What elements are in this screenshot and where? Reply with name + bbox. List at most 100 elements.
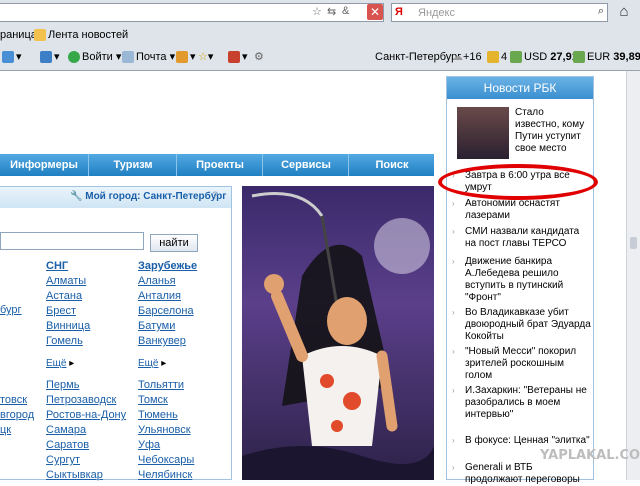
yandex-logo: Я xyxy=(395,6,403,18)
star-icon[interactable]: ☆ xyxy=(312,5,322,18)
search-icon[interactable]: ⌕ xyxy=(598,5,604,18)
favorites-button[interactable]: ☆▾ xyxy=(198,47,213,67)
mail-button[interactable]: Почта ▾ xyxy=(122,47,175,67)
highlight-circle xyxy=(438,164,598,200)
usd-rate[interactable]: USD 27,91 xyxy=(510,47,578,67)
stain-shape xyxy=(331,420,343,432)
money-icon xyxy=(510,51,522,64)
city-link[interactable]: Ванкувер xyxy=(138,334,197,349)
city-link[interactable]: вгород xyxy=(0,408,34,423)
city-link[interactable]: Анталия xyxy=(138,289,197,304)
home-icon[interactable]: ⌂ xyxy=(612,3,636,23)
gear-icon[interactable]: ⚙ xyxy=(254,47,264,67)
news-item[interactable]: › Generali и ВТБ продолжают переговоры xyxy=(452,462,591,486)
weather-widget[interactable]: ☁+16 xyxy=(452,47,482,67)
city-link[interactable]: Тольятти xyxy=(138,378,194,393)
city-link[interactable]: Ростов-на-Дону xyxy=(46,408,126,423)
man-fist xyxy=(264,274,284,294)
nav-projects[interactable]: Проекты xyxy=(176,154,263,176)
collage-illustration xyxy=(242,192,434,480)
app-icon xyxy=(228,51,240,64)
city-search-input[interactable] xyxy=(0,232,144,250)
news-photo[interactable] xyxy=(457,107,509,159)
page-icon xyxy=(2,51,14,64)
feed-icon xyxy=(34,29,46,42)
city-link[interactable]: Брест xyxy=(46,304,90,319)
toolbar-icon[interactable]: ▾ xyxy=(2,47,22,67)
help-icon[interactable]: ? xyxy=(212,190,218,202)
city-link[interactable]: Чебоксары xyxy=(138,453,194,468)
bookmark-item[interactable]: раница xyxy=(0,26,37,44)
news-item[interactable]: › "Новый Месси" покорил зрителей роскошны… xyxy=(452,346,591,382)
search-input[interactable]: Я Яндекс ⌕ xyxy=(391,3,608,22)
address-bar[interactable]: ☆ ⇆ & xyxy=(0,3,384,22)
city-link[interactable]: Ульяновск xyxy=(138,423,194,438)
city-link[interactable]: Алматы xyxy=(46,274,90,289)
city-link[interactable]: Пермь xyxy=(46,378,126,393)
close-icon[interactable]: ✕ xyxy=(367,4,383,20)
wrench-icon: 🔧 xyxy=(70,191,83,202)
more-link[interactable]: Ещё ▸ xyxy=(138,356,197,371)
login-icon xyxy=(68,51,80,64)
watermark: YAPLAKAL.COM xyxy=(540,448,640,463)
region-heading[interactable]: СНГ xyxy=(46,259,90,274)
toolbar-icon[interactable]: ▾ xyxy=(228,47,248,67)
city-link[interactable]: Саратов xyxy=(46,438,126,453)
city-link[interactable]: Томск xyxy=(138,393,194,408)
bookmark-item[interactable]: Лента новостей xyxy=(34,26,128,44)
city-link[interactable]: Сыктывкар xyxy=(46,468,126,483)
news-item[interactable]: Стало известно, кому Путин уступит свое … xyxy=(515,107,589,155)
collage-image[interactable] xyxy=(242,186,434,480)
news-item[interactable]: › В фокусе: Ценная "элитка" xyxy=(452,435,591,447)
city-link[interactable]: цк xyxy=(0,423,34,438)
stain-shape xyxy=(320,374,334,388)
city-link[interactable]: Барселона xyxy=(138,304,197,319)
city-link[interactable]: Челябинск xyxy=(138,468,194,483)
city-column-2-lower: Пермь Петрозаводск Ростов-на-Дону Самара… xyxy=(46,378,126,483)
money-icon xyxy=(573,51,585,64)
toolbar-icon[interactable]: ▾ xyxy=(40,47,60,67)
scrollbar-thumb[interactable] xyxy=(630,237,637,249)
nav-informers[interactable]: Информеры xyxy=(0,154,88,176)
news-item[interactable]: › Автономии оснастят лазерами xyxy=(452,198,591,222)
traffic-widget[interactable]: 4 xyxy=(487,47,507,67)
my-city-link[interactable]: 🔧 Мой город: Санкт-Петербург xyxy=(70,191,226,202)
flame-icon xyxy=(176,51,188,64)
city-link[interactable]: Сургут xyxy=(46,453,126,468)
translate-icon[interactable]: ⇆ xyxy=(327,5,336,18)
news-item[interactable]: › СМИ назвали кандидата на пост главы ТЕР… xyxy=(452,226,591,250)
city-label[interactable]: Санкт-Петербург xyxy=(375,47,461,67)
nav-search[interactable]: Поиск xyxy=(348,154,435,176)
city-link[interactable]: Батуми xyxy=(138,319,197,334)
city-link[interactable]: Астана xyxy=(46,289,90,304)
city-link[interactable]: Петрозаводск xyxy=(46,393,126,408)
news-item[interactable]: › Во Владикавказе убит двоюродный брат Эд… xyxy=(452,307,591,343)
news-item[interactable]: › Движение банкира А.Лебедева решило всту… xyxy=(452,256,591,304)
nav-services[interactable]: Сервисы xyxy=(262,154,349,176)
nav-tourism[interactable]: Туризм xyxy=(88,154,177,176)
city-link[interactable]: Гомель xyxy=(46,334,90,349)
city-column-2: СНГ Алматы Астана Брест Винница Гомель Е… xyxy=(46,259,90,371)
city-column-3-lower: Тольятти Томск Тюмень Ульяновск Уфа Чебо… xyxy=(138,378,194,483)
city-link[interactable]: товск xyxy=(0,393,34,408)
rbc-news-title: Новости РБК xyxy=(447,77,593,99)
region-heading[interactable]: Зарубежье xyxy=(138,259,197,274)
city-link[interactable]: Аланья xyxy=(138,274,197,289)
search-placeholder: Яндекс xyxy=(418,7,455,19)
city-link[interactable]: Уфа xyxy=(138,438,194,453)
news-item[interactable]: › И.Захаркин: "Ветераны не разобрались в … xyxy=(452,385,591,421)
city-link[interactable]: бург xyxy=(0,304,22,316)
eur-rate[interactable]: EUR 39,89 xyxy=(573,47,640,67)
find-button[interactable]: найти xyxy=(150,234,198,252)
toolbar-icon[interactable]: ▾ xyxy=(176,47,196,67)
city-column-1: бург xyxy=(0,303,22,318)
disk-icon xyxy=(40,51,52,64)
city-link[interactable]: Самара xyxy=(46,423,126,438)
vertical-scrollbar[interactable] xyxy=(626,71,640,480)
city-column-1-lower: товск вгород цк xyxy=(0,393,34,438)
login-button[interactable]: Войти ▾ xyxy=(68,47,121,67)
more-link[interactable]: Ещё ▸ xyxy=(46,356,90,371)
city-link[interactable]: Винница xyxy=(46,319,90,334)
city-link[interactable]: Тюмень xyxy=(138,408,194,423)
ampersand-icon[interactable]: & xyxy=(342,5,349,17)
